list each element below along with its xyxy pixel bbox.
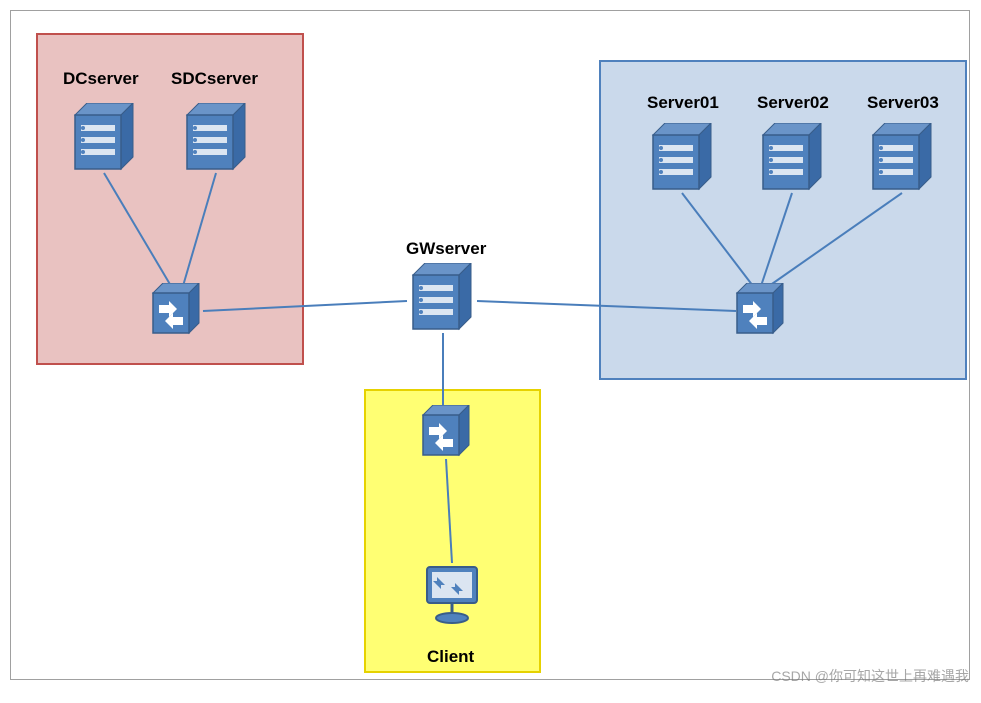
label-gwserver: GWserver — [406, 239, 486, 259]
sdc-server-icon — [181, 103, 251, 173]
server-03-icon — [867, 123, 937, 193]
label-client: Client — [427, 647, 474, 667]
switch-left-icon — [149, 283, 203, 337]
gw-server-icon — [407, 263, 477, 333]
switch-bottom-icon — [419, 405, 473, 459]
label-dcserver: DCserver — [63, 69, 139, 89]
diagram-canvas: DCserver SDCserver GWserver Server01 Ser… — [10, 10, 970, 680]
dc-server-icon — [69, 103, 139, 173]
label-sdcserver: SDCserver — [171, 69, 258, 89]
label-server02: Server02 — [757, 93, 829, 113]
watermark-text: CSDN @你可知这世上再难遇我 — [771, 666, 969, 686]
server-01-icon — [647, 123, 717, 193]
server-02-icon — [757, 123, 827, 193]
label-server01: Server01 — [647, 93, 719, 113]
client-pc-icon — [417, 559, 487, 629]
switch-right-icon — [733, 283, 787, 337]
label-server03: Server03 — [867, 93, 939, 113]
